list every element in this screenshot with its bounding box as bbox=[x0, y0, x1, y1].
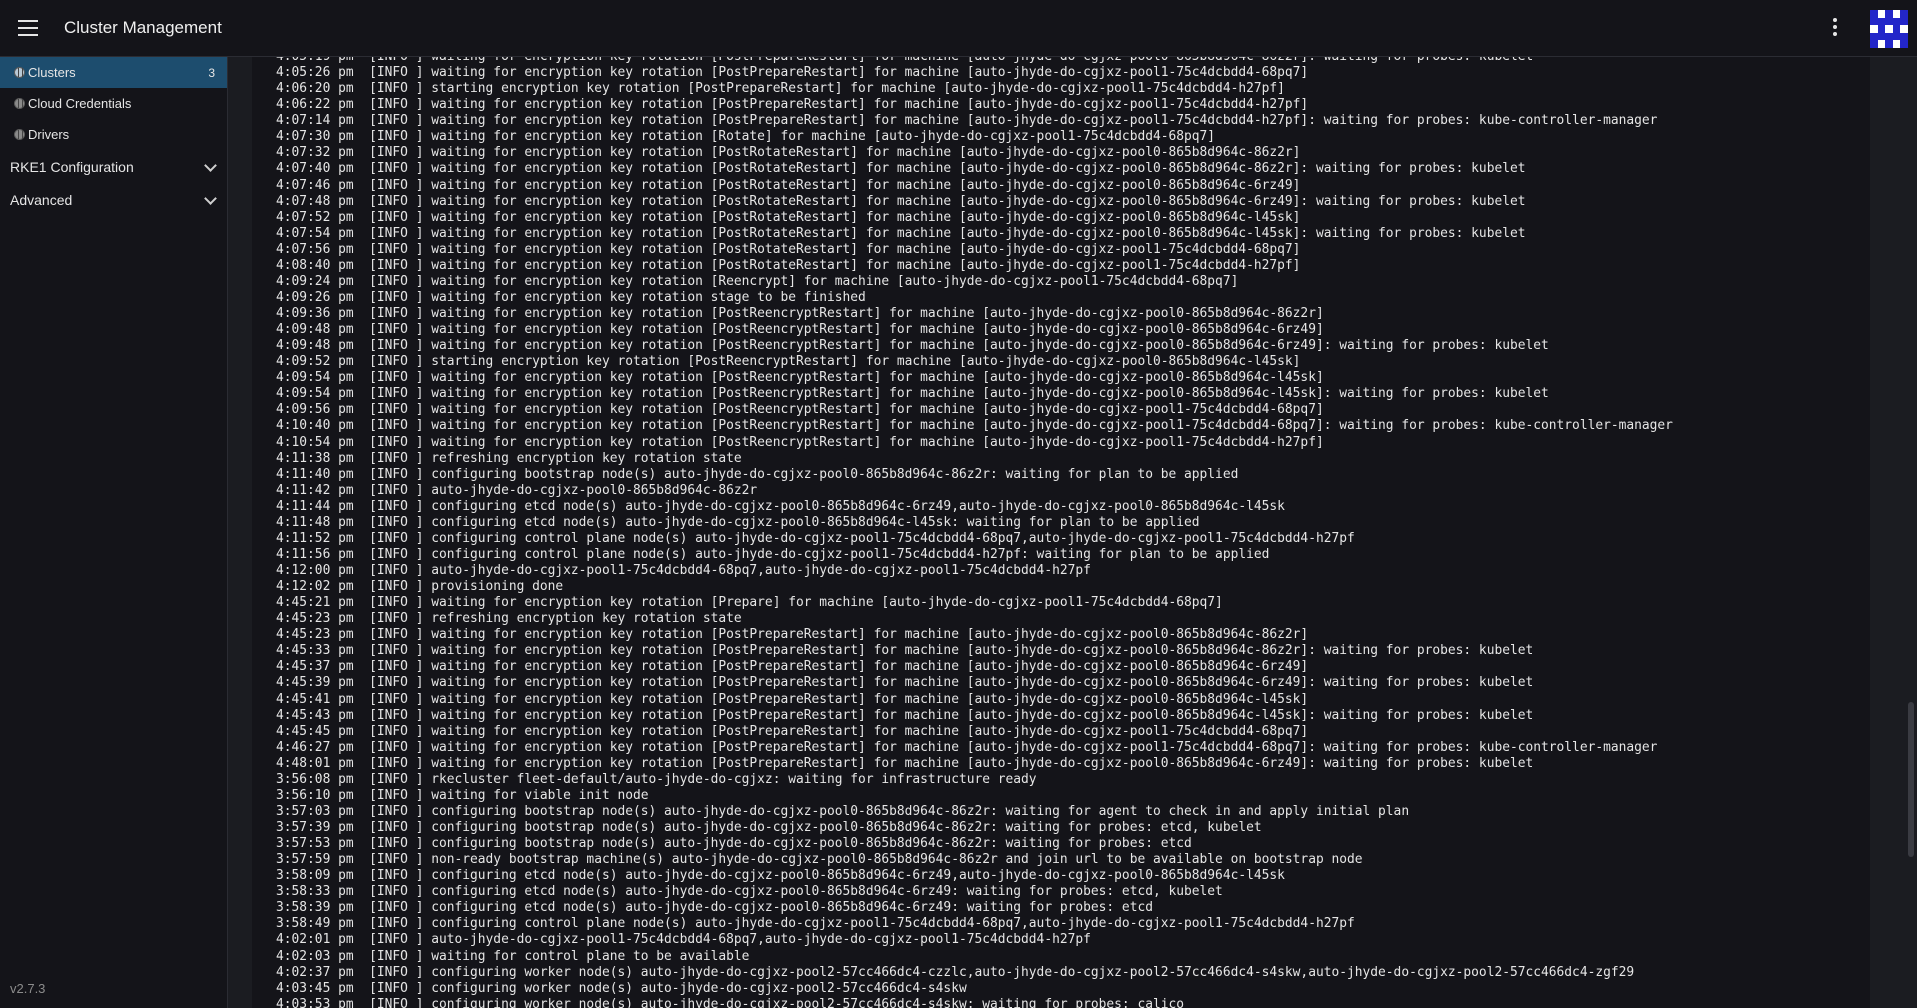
log-line: 4:07:56 pm [INFO ] waiting for encryptio… bbox=[276, 241, 1301, 257]
log-line: 4:46:27 pm [INFO ] waiting for encryptio… bbox=[276, 739, 1658, 755]
log-line: 3:58:33 pm [INFO ] configuring etcd node… bbox=[276, 884, 1223, 900]
log-line: 3:57:59 pm [INFO ] non-ready bootstrap m… bbox=[276, 852, 1363, 868]
log-line: 3:58:39 pm [INFO ] configuring etcd node… bbox=[276, 900, 1153, 916]
log-line: 4:48:01 pm [INFO ] waiting for encryptio… bbox=[276, 755, 1534, 771]
more-vertical-icon[interactable] bbox=[1830, 18, 1840, 40]
sidebar-item-label: Cloud Credentials bbox=[28, 96, 132, 111]
sidebar-group-advanced[interactable]: Advanced bbox=[0, 183, 227, 216]
log-line: 4:09:24 pm [INFO ] waiting for encryptio… bbox=[276, 273, 1239, 289]
log-line: 4:11:40 pm [INFO ] configuring bootstrap… bbox=[276, 466, 1239, 482]
log-line: 4:09:54 pm [INFO ] waiting for encryptio… bbox=[276, 370, 1324, 386]
log-line: 3:56:08 pm [INFO ] rkecluster fleet-defa… bbox=[276, 771, 1037, 787]
sidebar-item-label: Drivers bbox=[28, 127, 70, 142]
log-line: 4:45:45 pm [INFO ] waiting for encryptio… bbox=[276, 723, 1309, 739]
log-line: 4:45:21 pm [INFO ] waiting for encryptio… bbox=[276, 595, 1223, 611]
log-line: 4:11:52 pm [INFO ] configuring control p… bbox=[276, 530, 1355, 546]
log-line: 3:57:39 pm [INFO ] configuring bootstrap… bbox=[276, 820, 1262, 835]
log-line: 4:10:54 pm [INFO ] waiting for encryptio… bbox=[276, 434, 1324, 450]
log-line: 4:45:39 pm [INFO ] waiting for encryptio… bbox=[276, 675, 1534, 691]
avatar[interactable] bbox=[1870, 10, 1908, 48]
log-line: 4:45:41 pm [INFO ] waiting for encryptio… bbox=[276, 691, 1309, 707]
sidebar-group-label: RKE1 Configuration bbox=[10, 158, 134, 175]
log-line: 4:11:56 pm [INFO ] configuring control p… bbox=[276, 546, 1270, 562]
log-viewer[interactable]: 4:05:19 pm [INFO ] waiting for encryptio… bbox=[252, 57, 1870, 1008]
log-line: 3:58:49 pm [INFO ] configuring control p… bbox=[276, 916, 1355, 932]
log-line: 4:09:48 pm [INFO ] waiting for encryptio… bbox=[276, 322, 1324, 338]
sidebar-item-label: Clusters bbox=[28, 65, 76, 80]
chevron-down-icon bbox=[204, 159, 217, 172]
log-line: 4:11:48 pm [INFO ] configuring etcd node… bbox=[276, 514, 1200, 530]
log-line: 4:11:44 pm [INFO ] configuring etcd node… bbox=[276, 498, 1285, 514]
log-line: 4:02:01 pm [INFO ] auto-jhyde-do-cgjxz-p… bbox=[276, 932, 1091, 948]
log-line: 4:07:30 pm [INFO ] waiting for encryptio… bbox=[276, 129, 1216, 145]
log-lines: 4:05:19 pm [INFO ] waiting for encryptio… bbox=[252, 57, 1673, 1008]
log-line: 4:11:42 pm [INFO ] auto-jhyde-do-cgjxz-p… bbox=[276, 482, 758, 498]
log-line: 4:09:26 pm [INFO ] waiting for encryptio… bbox=[276, 289, 866, 305]
log-scrollbar[interactable] bbox=[1906, 57, 1917, 1008]
log-line: 4:10:40 pm [INFO ] waiting for encryptio… bbox=[276, 418, 1673, 434]
log-line: 4:07:48 pm [INFO ] waiting for encryptio… bbox=[276, 193, 1526, 209]
globe-icon bbox=[14, 67, 25, 78]
globe-icon bbox=[14, 98, 25, 109]
log-line: 3:57:03 pm [INFO ] configuring bootstrap… bbox=[276, 803, 1410, 819]
clusters-count-badge: 3 bbox=[208, 65, 215, 80]
log-line: 4:09:54 pm [INFO ] waiting for encryptio… bbox=[276, 386, 1549, 402]
globe-icon bbox=[14, 129, 25, 140]
sidebar-item-drivers[interactable]: Drivers bbox=[0, 119, 227, 150]
log-line: 4:45:37 pm [INFO ] waiting for encryptio… bbox=[276, 659, 1309, 675]
log-line: 4:12:02 pm [INFO ] provisioning done bbox=[276, 579, 564, 595]
log-line: 4:05:19 pm [INFO ] waiting for encryptio… bbox=[252, 57, 1673, 65]
top-header: Cluster Management bbox=[0, 0, 1917, 57]
log-line: 3:56:10 pm [INFO ] waiting for viable in… bbox=[276, 787, 649, 803]
log-line: 4:03:45 pm [INFO ] configuring worker no… bbox=[276, 980, 967, 996]
log-line: 4:07:14 pm [INFO ] waiting for encryptio… bbox=[276, 113, 1658, 129]
log-line: 4:11:38 pm [INFO ] refreshing encryption… bbox=[276, 450, 742, 466]
sidebar: Clusters 3 Cloud Credentials Drivers RKE… bbox=[0, 57, 228, 1008]
chevron-down-icon bbox=[204, 192, 217, 205]
log-line: 4:07:54 pm [INFO ] waiting for encryptio… bbox=[276, 225, 1526, 241]
log-line: 4:05:26 pm [INFO ] waiting for encryptio… bbox=[276, 65, 1309, 81]
log-line: 3:58:09 pm [INFO ] configuring etcd node… bbox=[276, 868, 1285, 884]
log-line: 4:03:53 pm [INFO ] configuring worker no… bbox=[276, 996, 1185, 1008]
sidebar-item-cloud-credentials[interactable]: Cloud Credentials bbox=[0, 88, 227, 119]
log-line: 4:06:20 pm [INFO ] starting encryption k… bbox=[276, 81, 1285, 97]
log-line: 4:07:52 pm [INFO ] waiting for encryptio… bbox=[276, 209, 1301, 225]
log-line: 4:09:52 pm [INFO ] starting encryption k… bbox=[276, 354, 1301, 370]
log-line: 4:02:03 pm [INFO ] waiting for control p… bbox=[276, 948, 750, 964]
log-line: 4:06:22 pm [INFO ] waiting for encryptio… bbox=[276, 97, 1309, 113]
page-title: Cluster Management bbox=[64, 18, 222, 37]
log-line: 4:45:33 pm [INFO ] waiting for encryptio… bbox=[276, 643, 1534, 659]
log-line: 4:08:40 pm [INFO ] waiting for encryptio… bbox=[276, 257, 1301, 273]
scrollbar-thumb[interactable] bbox=[1908, 702, 1914, 857]
log-line: 4:09:48 pm [INFO ] waiting for encryptio… bbox=[276, 338, 1549, 354]
sidebar-item-clusters[interactable]: Clusters 3 bbox=[0, 57, 227, 88]
log-line: 4:12:00 pm [INFO ] auto-jhyde-do-cgjxz-p… bbox=[276, 563, 1091, 578]
log-line: 4:09:56 pm [INFO ] waiting for encryptio… bbox=[276, 402, 1324, 418]
log-line: 4:09:36 pm [INFO ] waiting for encryptio… bbox=[276, 306, 1324, 321]
log-line: 4:07:32 pm [INFO ] waiting for encryptio… bbox=[276, 145, 1301, 161]
log-line: 4:07:46 pm [INFO ] waiting for encryptio… bbox=[276, 177, 1301, 193]
log-line: 4:02:37 pm [INFO ] configuring worker no… bbox=[276, 964, 1635, 980]
log-line: 3:57:53 pm [INFO ] configuring bootstrap… bbox=[276, 836, 1192, 852]
log-line: 4:45:23 pm [INFO ] refreshing encryption… bbox=[276, 611, 742, 627]
hamburger-menu-icon[interactable] bbox=[18, 20, 38, 36]
log-line: 4:07:40 pm [INFO ] waiting for encryptio… bbox=[276, 161, 1526, 177]
sidebar-group-label: Advanced bbox=[10, 191, 73, 208]
log-line: 4:45:23 pm [INFO ] waiting for encryptio… bbox=[276, 627, 1309, 643]
sidebar-group-rke1-configuration[interactable]: RKE1 Configuration bbox=[0, 150, 227, 183]
log-line: 4:45:43 pm [INFO ] waiting for encryptio… bbox=[276, 707, 1534, 723]
version-label[interactable]: v2.7.3 bbox=[10, 981, 45, 996]
